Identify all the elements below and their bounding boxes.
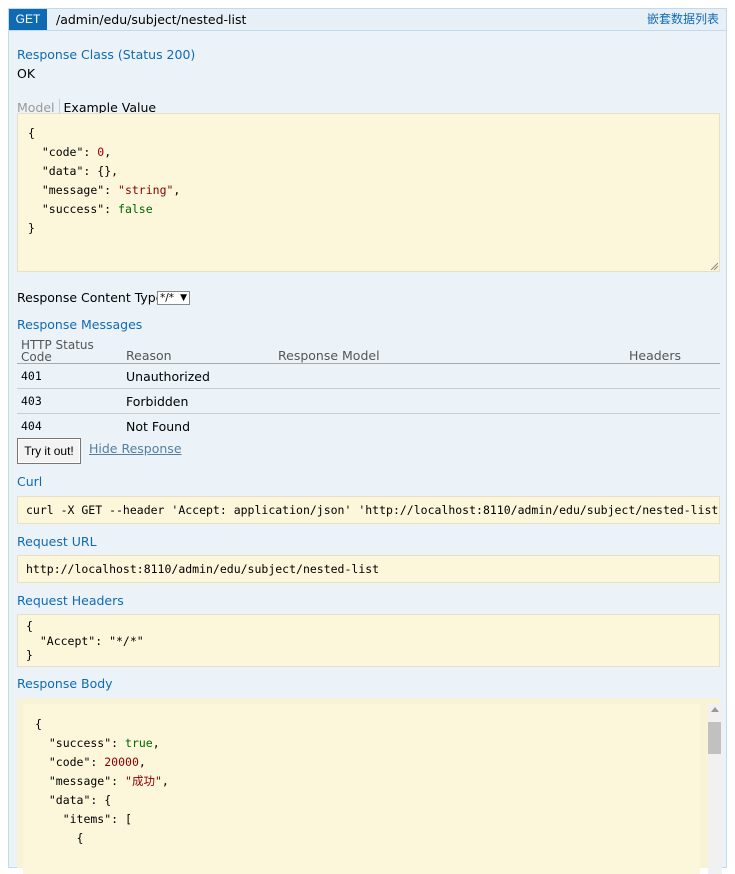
chevron-down-icon: ▼ (180, 293, 187, 303)
json-value: "string" (118, 183, 174, 197)
column-http-status-code: HTTP Status Code (17, 336, 122, 364)
endpoint-summary[interactable]: 嵌套数据列表 (647, 9, 719, 30)
status-code-cell: 403 (17, 388, 122, 414)
curl-command-box[interactable]: curl -X GET --header 'Accept: applicatio… (17, 496, 720, 524)
json-separator: : (83, 145, 98, 159)
response-class-title: Response Class (Status 200) (17, 47, 196, 62)
resize-handle-icon[interactable] (710, 262, 718, 270)
try-it-out-button[interactable]: Try it out! (17, 438, 81, 464)
curl-title: Curl (17, 474, 43, 489)
model-cell (274, 414, 625, 439)
table-header-row: HTTP Status Code Reason Response Model H… (17, 336, 720, 364)
table-row: 401 Unauthorized (17, 363, 720, 389)
scroll-thumb[interactable] (708, 722, 721, 754)
json-separator: : (104, 202, 119, 216)
reason-cell: Unauthorized (122, 363, 274, 389)
response-messages-title: Response Messages (17, 317, 143, 332)
headers-cell (625, 388, 720, 414)
column-headers: Headers (625, 336, 720, 364)
json-separator: : (104, 183, 119, 197)
request-url-box[interactable]: http://localhost:8110/admin/edu/subject/… (17, 555, 720, 583)
http-method-badge[interactable]: GET (9, 9, 47, 30)
hide-response-link[interactable]: Hide Response (89, 441, 182, 456)
json-comma: , (173, 183, 181, 197)
example-value-box[interactable]: { "code": 0, "data": {}, "message": "str… (17, 113, 720, 272)
status-code-cell: 404 (21, 419, 42, 433)
json-key: "success" (41, 202, 105, 216)
json-close-brace: } (28, 221, 35, 235)
reason-cell: Forbidden (122, 388, 274, 414)
json-key: "message" (41, 183, 105, 197)
headers-cell (625, 414, 720, 439)
json-comma: , (111, 164, 119, 178)
response-body-box[interactable]: { "success": true, "code": 20000, "messa… (23, 704, 700, 874)
table-row: 404 Not Found (17, 414, 720, 439)
select-value: */* (160, 292, 175, 304)
json-open-brace: { (28, 126, 35, 140)
response-body-title: Response Body (17, 676, 113, 691)
column-response-model: Response Model (274, 336, 625, 364)
response-messages-table: HTTP Status Code Reason Response Model H… (17, 336, 720, 438)
operation-header[interactable]: GET /admin/edu/subject/nested-list 嵌套数据列… (9, 9, 726, 31)
response-class-status: OK (17, 66, 36, 81)
request-headers-box[interactable]: { "Accept": "*/*" } (17, 614, 720, 667)
request-url-title: Request URL (17, 534, 97, 549)
json-key: "data" (41, 164, 84, 178)
response-body-container: { "success": true, "code": 20000, "messa… (17, 698, 722, 874)
endpoint-path[interactable]: /admin/edu/subject/nested-list (56, 9, 246, 30)
table-row: 403 Forbidden (17, 388, 720, 414)
model-cell (274, 388, 625, 414)
response-content-type-label: Response Content Type (17, 290, 164, 305)
json-separator: : (83, 164, 98, 178)
response-body-scrollbar[interactable] (708, 704, 722, 874)
json-comma: , (104, 145, 112, 159)
model-cell (274, 363, 625, 389)
scroll-up-arrow-icon[interactable] (711, 707, 719, 712)
headers-cell (625, 363, 720, 389)
column-reason: Reason (122, 336, 274, 364)
response-content-type-select[interactable]: */* ▼ (157, 291, 190, 305)
reason-cell: Not Found (126, 418, 191, 434)
json-value: false (118, 202, 153, 216)
json-key: "code" (41, 145, 84, 159)
status-code-cell: 401 (17, 363, 122, 389)
request-headers-title: Request Headers (17, 593, 124, 608)
json-value: {} (97, 164, 112, 178)
operation-panel: GET /admin/edu/subject/nested-list 嵌套数据列… (8, 8, 727, 874)
